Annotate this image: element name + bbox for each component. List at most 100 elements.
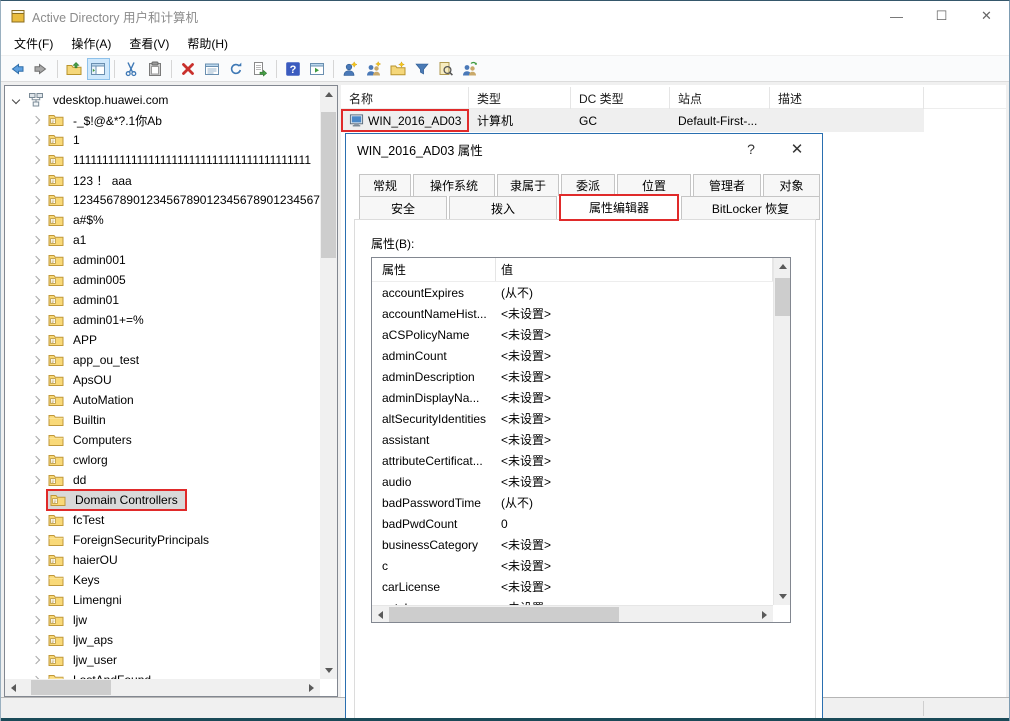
name-cell[interactable]: WIN_2016_AD03 xyxy=(341,109,469,132)
new-user-button[interactable] xyxy=(339,58,362,80)
tree-item[interactable]: app_ou_test xyxy=(31,350,142,370)
tab-BitLocker-恢复[interactable]: BitLocker 恢复 xyxy=(681,196,820,220)
expand-chevron-icon[interactable] xyxy=(31,555,41,565)
paste-button[interactable] xyxy=(144,58,167,80)
expand-chevron-icon[interactable] xyxy=(31,655,41,665)
toggle-console-tree-button[interactable] xyxy=(86,57,110,80)
grid-hscrollbar[interactable] xyxy=(372,605,773,622)
expand-chevron-icon[interactable] xyxy=(31,155,41,165)
grid-hscroll-thumb[interactable] xyxy=(389,607,619,622)
tree-item[interactable]: 123 ！ aaa xyxy=(31,170,135,190)
delete-button[interactable] xyxy=(177,58,200,80)
expand-chevron-icon[interactable] xyxy=(31,295,41,305)
expand-chevron-icon[interactable] xyxy=(31,315,41,325)
tree-item[interactable]: admin001 xyxy=(31,250,129,270)
tab-隶属于[interactable]: 隶属于 xyxy=(497,174,559,196)
dialog-close-button[interactable]: ✕ xyxy=(780,134,814,164)
tree-item[interactable]: 1 xyxy=(31,130,83,150)
cut-button[interactable] xyxy=(120,58,143,80)
tree-item[interactable]: 1234567890123456789012345678901234567890… xyxy=(31,190,320,210)
attribute-row[interactable]: adminDisplayNa... <未设置> xyxy=(372,387,773,408)
tree-item[interactable]: Limengni xyxy=(31,590,125,610)
expand-chevron-icon[interactable] xyxy=(31,275,41,285)
attribute-row[interactable]: adminCount <未设置> xyxy=(372,345,773,366)
delegate-button[interactable] xyxy=(459,58,482,80)
attribute-row[interactable]: c <未设置> xyxy=(372,555,773,576)
attribute-row[interactable]: altSecurityIdentities <未设置> xyxy=(372,408,773,429)
minimize-button[interactable]: — xyxy=(874,1,919,31)
tree-item[interactable]: ljw_user xyxy=(31,650,120,670)
scroll-down-icon[interactable] xyxy=(779,594,787,599)
scroll-up-icon[interactable] xyxy=(779,264,787,269)
tab-位置[interactable]: 位置 xyxy=(617,174,691,196)
expand-chevron-icon[interactable] xyxy=(31,355,41,365)
column-header-名称[interactable]: 名称 xyxy=(341,87,469,109)
tree-item[interactable]: 1111111111111111111111111111111111111111… xyxy=(31,150,314,170)
scroll-down-icon[interactable] xyxy=(325,668,333,673)
scroll-right-icon[interactable] xyxy=(762,611,767,619)
scroll-left-icon[interactable] xyxy=(378,611,383,619)
column-header-站点[interactable]: 站点 xyxy=(670,87,770,109)
expand-chevron-icon[interactable] xyxy=(31,215,41,225)
tab-属性编辑器[interactable]: 属性编辑器 xyxy=(559,194,679,221)
attribute-row[interactable]: badPasswordTime (从不) xyxy=(372,492,773,513)
expand-chevron-icon[interactable] xyxy=(31,195,41,205)
tree-item[interactable]: Computers xyxy=(31,430,135,450)
tab-常规[interactable]: 常规 xyxy=(359,174,411,196)
new-group-button[interactable] xyxy=(363,58,386,80)
column-header-描述[interactable]: 描述 xyxy=(770,87,924,109)
export-list-button[interactable] xyxy=(249,58,272,80)
forward-button[interactable] xyxy=(30,58,53,80)
tree-item[interactable]: LostAndFound xyxy=(31,670,154,679)
expand-chevron-icon[interactable] xyxy=(31,535,41,545)
expand-chevron-icon[interactable] xyxy=(11,95,21,105)
scroll-right-icon[interactable] xyxy=(309,684,314,692)
tree-item[interactable]: -_$!@&*?.1你Ab xyxy=(31,110,165,130)
expand-chevron-icon[interactable] xyxy=(31,455,41,465)
column-header-DC 类型[interactable]: DC 类型 xyxy=(571,87,670,109)
attribute-row[interactable]: audio <未设置> xyxy=(372,471,773,492)
expand-chevron-icon[interactable] xyxy=(31,475,41,485)
attribute-row[interactable]: assistant <未设置> xyxy=(372,429,773,450)
expand-chevron-icon[interactable] xyxy=(31,115,41,125)
expand-chevron-icon[interactable] xyxy=(31,395,41,405)
tree-item[interactable]: haierOU xyxy=(31,550,121,570)
menu-item-V[interactable]: 查看(V) xyxy=(120,31,178,56)
tree-vscroll-thumb[interactable] xyxy=(321,112,336,258)
tree-item[interactable]: ApsOU xyxy=(31,370,115,390)
list-row-win-2016-ad03[interactable]: WIN_2016_AD03 计算机 GC Default-First-... xyxy=(341,109,924,132)
tree-item[interactable]: ForeignSecurityPrincipals xyxy=(31,530,212,550)
tab-委派[interactable]: 委派 xyxy=(561,174,615,196)
refresh-button[interactable] xyxy=(225,58,248,80)
tree-item[interactable]: ljw xyxy=(31,610,90,630)
menu-item-H[interactable]: 帮助(H) xyxy=(178,31,237,56)
dialog-help-button[interactable]: ? xyxy=(734,134,768,164)
attribute-row[interactable]: businessCategory <未设置> xyxy=(372,534,773,555)
help-button[interactable]: ? xyxy=(282,58,305,80)
attribute-row[interactable]: attributeCertificat... <未设置> xyxy=(372,450,773,471)
scroll-up-icon[interactable] xyxy=(325,92,333,97)
expand-chevron-icon[interactable] xyxy=(31,615,41,625)
column-header-类型[interactable]: 类型 xyxy=(469,87,571,109)
tree-item[interactable]: Builtin xyxy=(31,410,109,430)
scroll-left-icon[interactable] xyxy=(11,684,16,692)
expand-chevron-icon[interactable] xyxy=(31,235,41,245)
attribute-row[interactable]: accountNameHist... <未设置> xyxy=(372,303,773,324)
expand-chevron-icon[interactable] xyxy=(31,375,41,385)
tree-vscrollbar[interactable] xyxy=(320,86,337,679)
find-button[interactable] xyxy=(435,58,458,80)
grid-column-header-值[interactable]: 值 xyxy=(496,258,773,281)
tree-item[interactable]: AutoMation xyxy=(31,390,137,410)
tree-item[interactable]: vdesktop.huawei.com xyxy=(11,90,171,110)
attribute-row[interactable]: carLicense <未设置> xyxy=(372,576,773,597)
back-button[interactable] xyxy=(6,58,29,80)
menu-item-F[interactable]: 文件(F) xyxy=(5,31,62,56)
expand-chevron-icon[interactable] xyxy=(31,135,41,145)
expand-chevron-icon[interactable] xyxy=(31,435,41,445)
attribute-row[interactable]: aCSPolicyName <未设置> xyxy=(372,324,773,345)
tree-item[interactable]: dd xyxy=(31,470,89,490)
expand-chevron-icon[interactable] xyxy=(31,175,41,185)
grid-column-header-属性[interactable]: 属性 xyxy=(372,258,496,281)
tree-item[interactable]: ljw_aps xyxy=(31,630,116,650)
tree-item[interactable]: admin01+=% xyxy=(31,310,147,330)
